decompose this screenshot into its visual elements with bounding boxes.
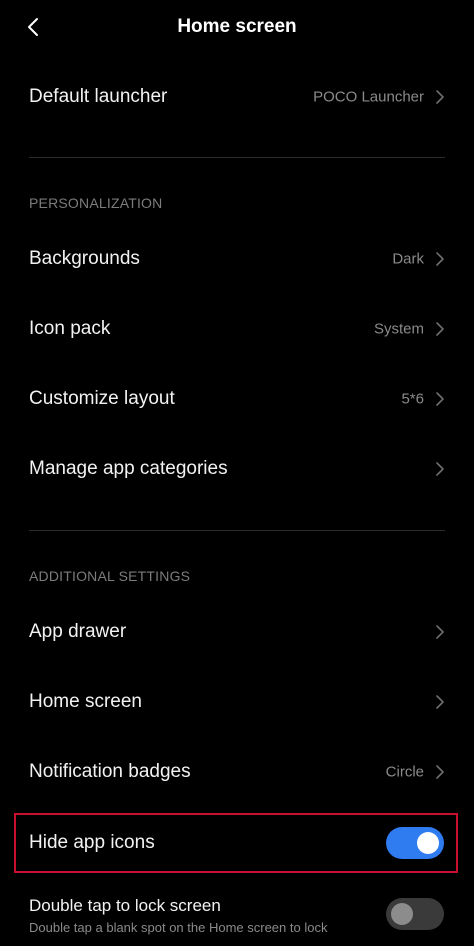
header: Home screen	[0, 0, 474, 54]
icon-pack-label: Icon pack	[29, 318, 111, 339]
backgrounds-value: Dark	[392, 250, 424, 268]
chevron-right-icon	[434, 763, 446, 781]
chevron-right-icon	[434, 320, 446, 338]
hide-app-icons-label: Hide app icons	[29, 832, 155, 853]
settings-screen: Home screen Default launcher POCO Launch…	[0, 0, 474, 946]
icon-pack-row[interactable]: Icon pack System	[0, 300, 474, 358]
customize-layout-label: Customize layout	[29, 388, 175, 409]
hide-app-icons-toggle[interactable]	[386, 827, 444, 859]
hide-app-icons-row[interactable]: Hide app icons	[0, 814, 474, 872]
chevron-right-icon	[434, 460, 446, 478]
chevron-right-icon	[434, 623, 446, 641]
backgrounds-label: Backgrounds	[29, 248, 140, 269]
divider	[29, 530, 445, 531]
app-drawer-row[interactable]: App drawer	[0, 603, 474, 661]
home-screen-label: Home screen	[29, 691, 142, 712]
default-launcher-value: POCO Launcher	[313, 88, 424, 106]
toggle-knob	[391, 903, 413, 925]
notification-badges-value: Circle	[385, 763, 424, 781]
default-launcher-label: Default launcher	[29, 86, 168, 107]
chevron-right-icon	[434, 88, 446, 106]
divider	[29, 157, 445, 158]
customize-layout-value: 5*6	[401, 390, 424, 408]
manage-app-categories-label: Manage app categories	[29, 458, 228, 479]
customize-layout-row[interactable]: Customize layout 5*6	[0, 370, 474, 428]
backgrounds-row[interactable]: Backgrounds Dark	[0, 230, 474, 288]
double-tap-lock-toggle[interactable]	[386, 898, 444, 930]
chevron-right-icon	[434, 390, 446, 408]
chevron-right-icon	[434, 250, 446, 268]
section-personalization: PERSONALIZATION	[29, 195, 163, 211]
icon-pack-value: System	[373, 320, 424, 338]
manage-app-categories-row[interactable]: Manage app categories	[0, 440, 474, 498]
chevron-right-icon	[434, 693, 446, 711]
home-screen-row[interactable]: Home screen	[0, 673, 474, 731]
notification-badges-row[interactable]: Notification badges Circle	[0, 743, 474, 801]
notification-badges-label: Notification badges	[29, 761, 191, 782]
app-drawer-label: App drawer	[29, 621, 127, 642]
double-tap-lock-row[interactable]: Double tap to lock screen Double tap a b…	[0, 886, 474, 946]
toggle-knob	[417, 832, 439, 854]
section-additional-settings: ADDITIONAL SETTINGS	[29, 568, 191, 584]
page-title: Home screen	[177, 16, 297, 37]
double-tap-lock-description: Double tap a blank spot on the Home scre…	[29, 920, 328, 935]
default-launcher-row[interactable]: Default launcher POCO Launcher	[0, 68, 474, 126]
double-tap-lock-label: Double tap to lock screen	[29, 896, 221, 915]
